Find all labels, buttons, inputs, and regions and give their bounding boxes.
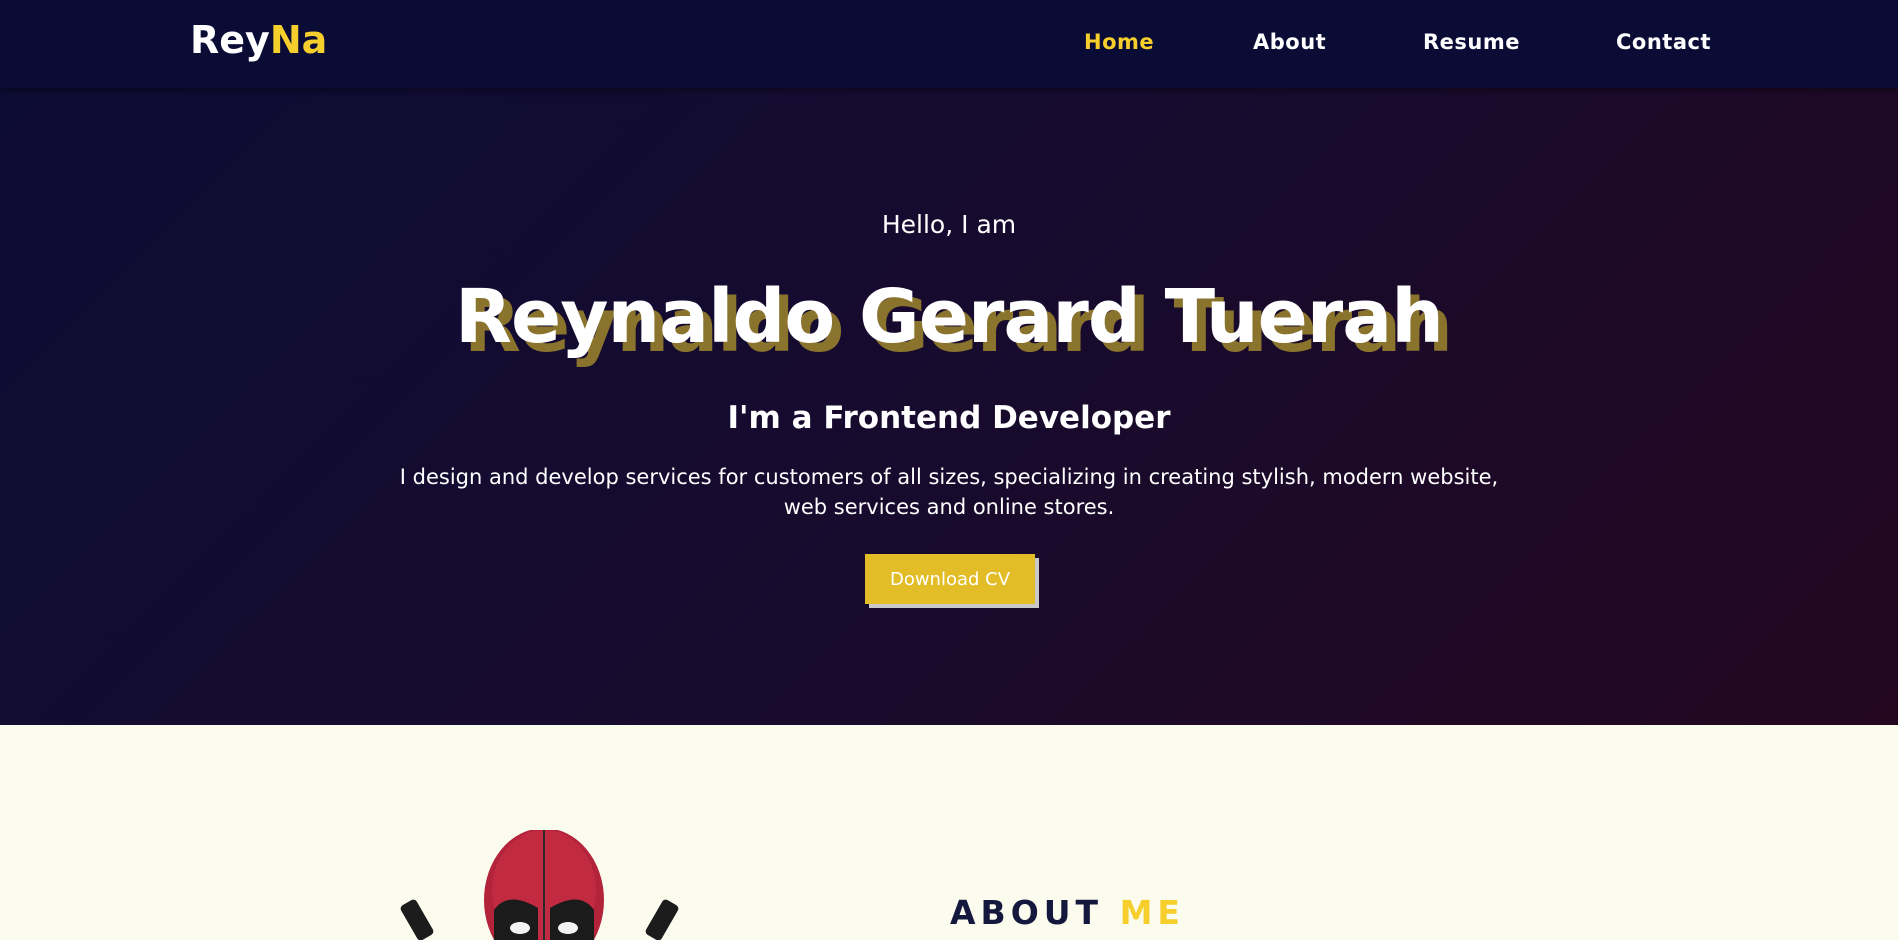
about-section: ABOUT ME xyxy=(0,725,1898,940)
deadpool-avatar-image xyxy=(400,830,679,940)
download-cv-button[interactable]: Download CV xyxy=(865,554,1035,604)
nav-link-about[interactable]: About xyxy=(1253,30,1326,54)
brand-logo[interactable]: ReyNa xyxy=(190,18,327,62)
hero-section: Hello, I am Reynaldo Gerard Tuerah I'm a… xyxy=(0,88,1898,725)
about-title: ABOUT ME xyxy=(950,893,1185,932)
hero-greeting: Hello, I am xyxy=(881,210,1017,239)
brand-first: Rey xyxy=(190,18,270,62)
navbar: ReyNa Home About Resume Contact xyxy=(0,0,1898,88)
nav-link-home[interactable]: Home xyxy=(1084,30,1154,54)
hero-role: I'm a Frontend Developer xyxy=(727,400,1171,436)
hero-name: Reynaldo Gerard Tuerah xyxy=(455,274,1444,360)
nav-link-resume[interactable]: Resume xyxy=(1423,30,1520,54)
about-title-accent: ME xyxy=(1119,893,1185,932)
hero-description: I design and develop services for custom… xyxy=(399,465,1499,519)
nav-link-contact[interactable]: Contact xyxy=(1616,30,1711,54)
brand-accent: Na xyxy=(269,18,328,62)
about-title-main: ABOUT xyxy=(950,893,1104,932)
